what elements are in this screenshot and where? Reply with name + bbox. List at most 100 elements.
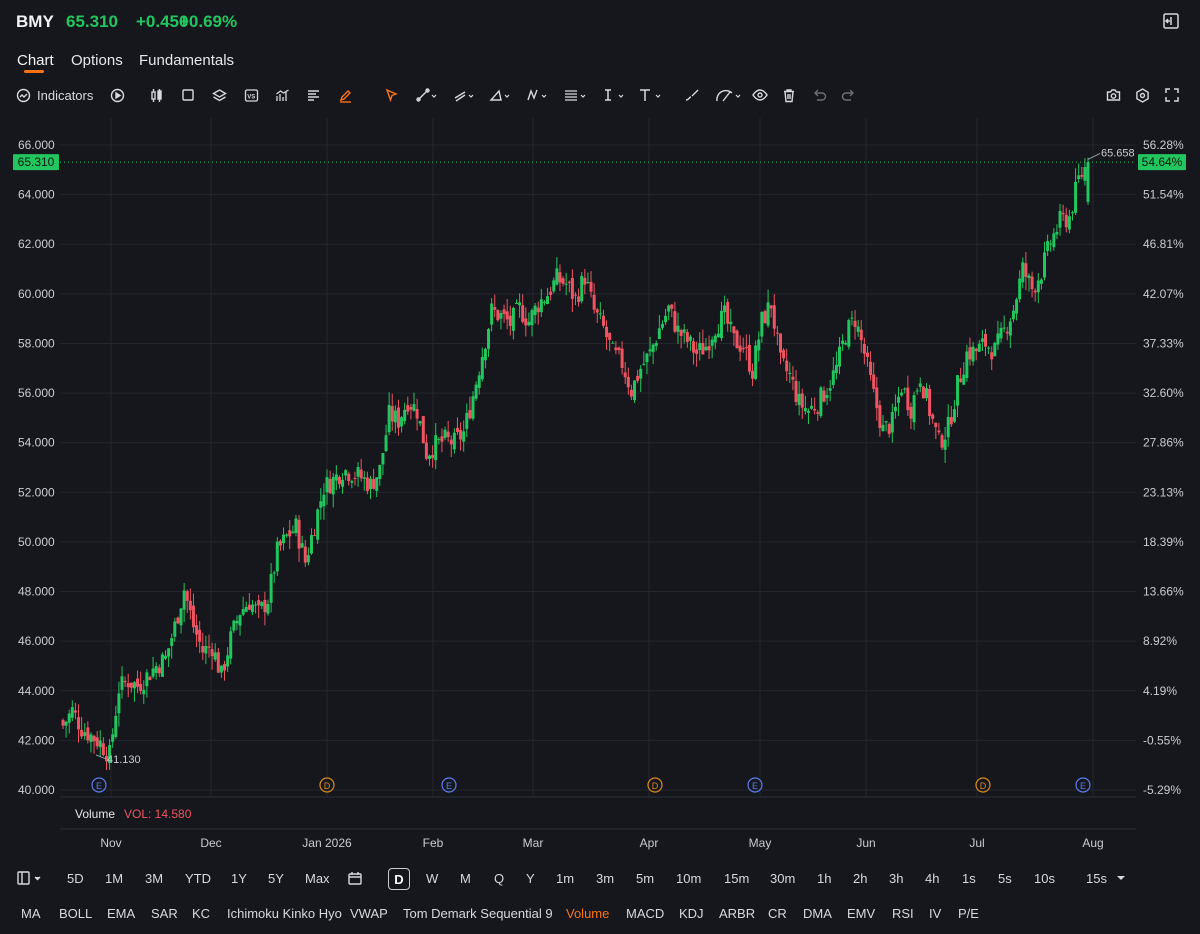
- indicator-volume[interactable]: Volume: [566, 906, 609, 921]
- interval-3h[interactable]: 3h: [889, 868, 903, 888]
- vs-icon[interactable]: VS: [242, 84, 260, 106]
- x-tick-label: Jun: [856, 836, 875, 850]
- range-max[interactable]: Max: [305, 868, 330, 888]
- indicator-arbr[interactable]: ARBR: [719, 906, 755, 921]
- candle-body: [806, 410, 810, 413]
- price-chart[interactable]: 66.000 64.000 62.000 60.000 58.000 56.000 54.0…: [0, 112, 1200, 862]
- candle-body: [620, 348, 624, 369]
- candle-body: [564, 283, 568, 285]
- interval-1h[interactable]: 1h: [817, 868, 831, 888]
- interval-5s[interactable]: 5s: [998, 868, 1012, 888]
- interval-1s[interactable]: 1s: [962, 868, 976, 888]
- indicator-ema[interactable]: EMA: [107, 906, 135, 921]
- low-label: 41.130: [107, 754, 141, 766]
- calendar-icon[interactable]: [347, 868, 367, 888]
- pencil-icon[interactable]: [336, 84, 354, 106]
- fib-tool-icon[interactable]: [561, 84, 589, 106]
- x-tick-label: Jul: [969, 836, 984, 850]
- text-cursor-icon[interactable]: [599, 84, 627, 106]
- indicator-kc[interactable]: KC: [192, 906, 210, 921]
- interval-dropdown[interactable]: 15s: [1086, 868, 1126, 888]
- interval-15m[interactable]: 15m: [724, 868, 749, 888]
- candle-body: [884, 421, 888, 423]
- indicator-dma[interactable]: DMA: [803, 906, 832, 921]
- indicator-boll[interactable]: BOLL: [59, 906, 92, 921]
- range-1m[interactable]: 1M: [105, 868, 123, 888]
- interval-d[interactable]: D: [388, 868, 410, 890]
- square-icon[interactable]: [179, 84, 197, 106]
- indicator-iv[interactable]: IV: [929, 906, 941, 921]
- candle-body: [154, 666, 158, 673]
- interval-y[interactable]: Y: [526, 868, 535, 888]
- cursor-icon[interactable]: [383, 84, 401, 106]
- range-5d[interactable]: 5D: [67, 868, 84, 888]
- indicator-tom-demark-sequential-9[interactable]: Tom Demark Sequential 9: [403, 906, 553, 921]
- indicator-ma[interactable]: MA: [21, 906, 41, 921]
- candle-body: [160, 654, 164, 677]
- indicator-kdj[interactable]: KDJ: [679, 906, 704, 921]
- interval-dropdown-value: 15s: [1086, 870, 1107, 886]
- exit-fullscreen-icon[interactable]: [1162, 12, 1184, 34]
- interval-w[interactable]: W: [426, 868, 438, 888]
- interval-3m[interactable]: 3m: [596, 868, 614, 888]
- range-3m[interactable]: 3M: [145, 868, 163, 888]
- interval-2h[interactable]: 2h: [853, 868, 867, 888]
- range-5y[interactable]: 5Y: [268, 868, 284, 888]
- settings-icon[interactable]: [1133, 84, 1151, 106]
- candle-body: [98, 740, 102, 748]
- measure-tool-icon[interactable]: [712, 84, 744, 106]
- indicators-button[interactable]: Indicators: [16, 84, 96, 106]
- redo-icon[interactable]: [839, 84, 857, 106]
- interval-10s[interactable]: 10s: [1034, 868, 1055, 888]
- angle-tool-icon[interactable]: [487, 84, 513, 106]
- text-tool-icon[interactable]: [636, 84, 664, 106]
- indicator-ichimoku-kinko-hyo[interactable]: Ichimoku Kinko Hyo: [227, 906, 342, 921]
- candle-body: [890, 412, 894, 433]
- candle-body: [608, 332, 612, 340]
- candlestick-icon[interactable]: [147, 84, 165, 106]
- undo-icon[interactable]: [810, 84, 828, 106]
- chart-settings-icon[interactable]: [273, 84, 291, 106]
- interval-q[interactable]: Q: [494, 868, 504, 888]
- interval-5m[interactable]: 5m: [636, 868, 654, 888]
- align-icon[interactable]: [304, 84, 322, 106]
- candle-body: [337, 476, 341, 485]
- line-tool-icon[interactable]: [414, 84, 440, 106]
- replay-icon[interactable]: [108, 84, 126, 106]
- pattern-tool-icon[interactable]: [524, 84, 550, 106]
- tab-options[interactable]: Options: [71, 52, 123, 69]
- indicator-rsi[interactable]: RSI: [892, 906, 914, 921]
- interval-1m[interactable]: 1m: [556, 868, 574, 888]
- candle-body: [455, 427, 459, 433]
- indicator-macd[interactable]: MACD: [626, 906, 664, 921]
- candle-body: [378, 464, 382, 480]
- indicator-vwap[interactable]: VWAP: [350, 906, 388, 921]
- range-ytd[interactable]: YTD: [185, 868, 211, 888]
- tab-fundamentals[interactable]: Fundamentals: [139, 52, 234, 69]
- brush-tool-icon[interactable]: [682, 84, 702, 106]
- symbol-ticker[interactable]: BMY: [16, 12, 54, 32]
- layers-icon[interactable]: [210, 84, 228, 106]
- tab-chart[interactable]: Chart: [17, 52, 54, 69]
- interval-30m[interactable]: 30m: [770, 868, 795, 888]
- interval-4h[interactable]: 4h: [925, 868, 939, 888]
- indicator-cr[interactable]: CR: [768, 906, 787, 921]
- candle-body: [841, 340, 845, 345]
- layout-toggle-button[interactable]: [16, 868, 46, 888]
- indicator-p-e[interactable]: P/E: [958, 906, 979, 921]
- fullscreen-icon[interactable]: [1163, 84, 1181, 106]
- indicator-sar[interactable]: SAR: [151, 906, 178, 921]
- camera-icon[interactable]: [1104, 84, 1122, 106]
- candle-body: [369, 478, 372, 490]
- eye-icon[interactable]: [751, 84, 769, 106]
- event-letter: E: [1080, 781, 1086, 791]
- interval-m[interactable]: M: [460, 868, 471, 888]
- candle-body: [813, 409, 817, 411]
- indicator-emv[interactable]: EMV: [847, 906, 875, 921]
- candle-body: [446, 431, 450, 438]
- ray-tool-icon[interactable]: [451, 84, 477, 106]
- range-1y[interactable]: 1Y: [231, 868, 247, 888]
- trash-icon[interactable]: [780, 84, 798, 106]
- interval-10m[interactable]: 10m: [676, 868, 701, 888]
- candle-body: [250, 604, 254, 612]
